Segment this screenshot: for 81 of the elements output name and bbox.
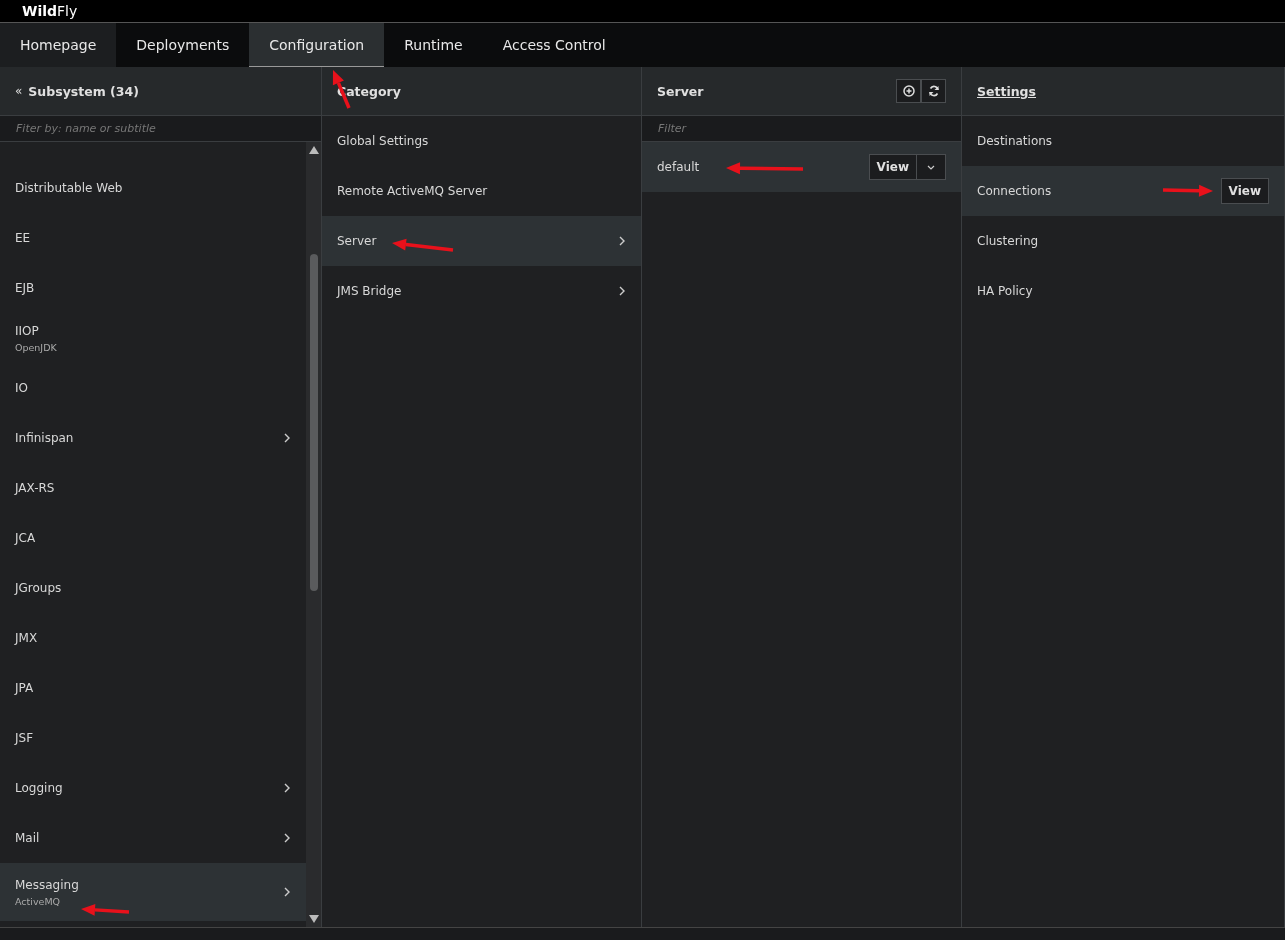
item-label: JGroups — [15, 581, 62, 595]
column-title: Server — [657, 83, 705, 99]
scroll-up-icon[interactable] — [308, 146, 319, 154]
category-item[interactable]: Server — [322, 216, 641, 266]
caret-icon — [927, 164, 935, 170]
subsystem-item[interactable]: Distributable Web — [0, 163, 306, 213]
nav-tab[interactable]: Runtime — [384, 23, 483, 67]
item-label: Server — [337, 234, 377, 248]
item-label: JSF — [15, 731, 34, 745]
refresh-button[interactable] — [921, 79, 946, 103]
chevron-icon — [618, 286, 626, 296]
item-label: Logging — [15, 781, 63, 795]
chevron-icon — [618, 236, 626, 246]
add-button[interactable] — [896, 79, 921, 103]
item-subtitle: OpenJDK — [15, 341, 57, 353]
item-label: default — [657, 160, 700, 174]
server-item[interactable]: default View — [642, 142, 961, 192]
settings-item[interactable]: Clustering — [962, 216, 1284, 266]
settings-item[interactable]: Connections View — [962, 166, 1284, 216]
item-label: JMX — [15, 631, 38, 645]
item-label: Global Settings — [337, 134, 429, 148]
annotation-arrow — [1162, 184, 1213, 197]
subsystem-item[interactable]: Mail — [0, 813, 306, 863]
item-label: Mail — [15, 831, 40, 845]
item-label: JCA — [15, 531, 36, 545]
filter-field[interactable]: Filter — [642, 116, 961, 142]
category-item[interactable]: Remote ActiveMQ Server — [322, 166, 641, 216]
view-button[interactable]: View — [1220, 178, 1269, 204]
filter-field[interactable]: Fiter by: name or subtitle — [0, 116, 321, 142]
settings-item[interactable]: Destinations — [962, 116, 1284, 166]
subsystem-item[interactable]: JAX-RS — [0, 463, 306, 513]
annotation-arrow — [81, 903, 130, 916]
view-button[interactable]: View — [868, 154, 917, 180]
subsystem-item[interactable]: IIOP OpenJDK — [0, 313, 306, 363]
item-label: EJB — [15, 281, 35, 295]
scrollbar-thumb[interactable] — [309, 254, 318, 591]
item-label: Infinispan — [15, 431, 74, 445]
item-label: Messaging — [15, 877, 79, 892]
subsystem-item[interactable]: JPA — [0, 663, 306, 713]
scrollbar[interactable] — [306, 142, 321, 927]
settings-item[interactable]: HA Policy — [962, 266, 1284, 316]
item-subtitle: ActiveMQ — [15, 895, 62, 907]
subsystem-item[interactable]: IO — [0, 363, 306, 413]
item-label: IO — [15, 381, 28, 395]
subsystem-item[interactable]: JCA — [0, 513, 306, 563]
item-label: JMS Bridge — [337, 284, 402, 298]
chevron-icon — [283, 433, 291, 443]
item-label: Clustering — [977, 234, 1039, 248]
subsystem-item[interactable]: Logging — [0, 763, 306, 813]
item-label: EE — [15, 231, 31, 245]
item-label: JAX-RS — [15, 481, 55, 495]
nav-tab[interactable]: Access Control — [482, 23, 626, 67]
item-label: Destinations — [977, 134, 1053, 148]
subsystem-item[interactable]: EE — [0, 213, 306, 263]
subsystem-item[interactable]: Infinispan — [0, 413, 306, 463]
item-label: IIOP — [15, 323, 40, 338]
back-icon[interactable]: « — [15, 84, 23, 98]
subsystem-item[interactable]: JSF — [0, 713, 306, 763]
subsystem-item[interactable]: JMX — [0, 613, 306, 663]
subsystem-item[interactable]: Messaging ActiveMQ — [0, 863, 306, 921]
add-icon — [902, 85, 915, 97]
item-label: Connections — [977, 184, 1052, 198]
chevron-icon — [283, 887, 291, 897]
item-label: JPA — [15, 681, 34, 695]
chevron-icon — [283, 783, 291, 793]
category-item[interactable]: Global Settings — [322, 116, 641, 166]
subsystem-item[interactable]: JGroups — [0, 563, 306, 613]
scroll-down-icon[interactable] — [308, 915, 319, 923]
item-label: Remote ActiveMQ Server — [337, 184, 488, 198]
refresh-icon — [927, 85, 940, 97]
nav-tab[interactable]: Configuration — [249, 23, 385, 67]
nav-tab[interactable]: Deployments — [116, 23, 250, 67]
item-label: HA Policy — [977, 284, 1033, 298]
column-title: Subsystem (34) — [28, 83, 140, 99]
category-item[interactable]: JMS Bridge — [322, 266, 641, 316]
item-label: Distributable Web — [15, 181, 123, 195]
chevron-icon — [283, 833, 291, 843]
nav-tab[interactable]: Homepage — [0, 23, 117, 67]
subsystem-item[interactable]: EJB — [0, 263, 306, 313]
annotation-arrow — [392, 238, 454, 252]
brand-logo: WildFly — [22, 3, 78, 19]
